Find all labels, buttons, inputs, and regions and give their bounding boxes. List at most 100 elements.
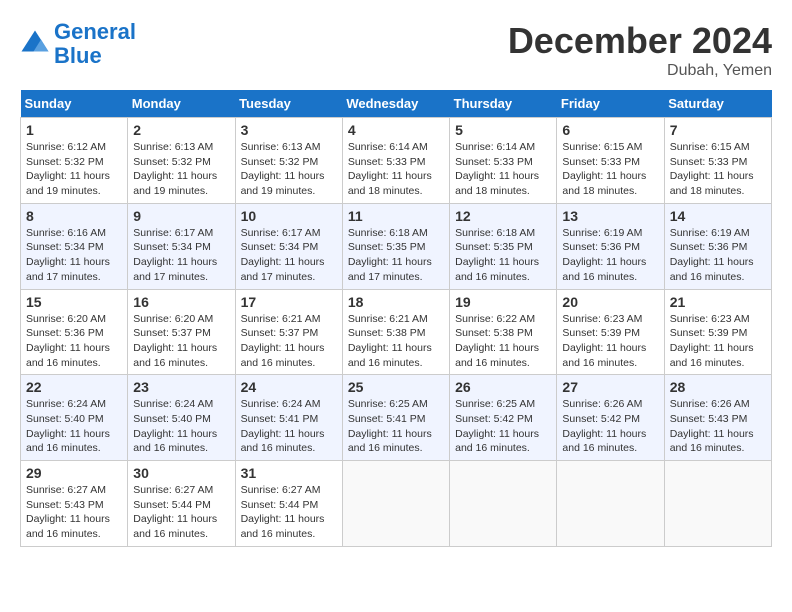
day-number: 20 (562, 294, 658, 310)
day-info: Sunrise: 6:20 AM Sunset: 5:36 PM Dayligh… (26, 312, 122, 371)
calendar-cell: 9 Sunrise: 6:17 AM Sunset: 5:34 PM Daylig… (128, 203, 235, 289)
calendar-cell: 12 Sunrise: 6:18 AM Sunset: 5:35 PM Dayli… (450, 203, 557, 289)
day-info: Sunrise: 6:13 AM Sunset: 5:32 PM Dayligh… (133, 140, 229, 199)
day-info: Sunrise: 6:24 AM Sunset: 5:40 PM Dayligh… (26, 397, 122, 456)
day-info: Sunrise: 6:15 AM Sunset: 5:33 PM Dayligh… (670, 140, 766, 199)
day-info: Sunrise: 6:26 AM Sunset: 5:42 PM Dayligh… (562, 397, 658, 456)
calendar-cell: 8Sunrise: 6:16 AM Sunset: 5:34 PM Daylig… (21, 203, 128, 289)
day-info: Sunrise: 6:18 AM Sunset: 5:35 PM Dayligh… (455, 226, 551, 285)
day-number: 31 (241, 465, 337, 481)
day-number: 9 (133, 208, 229, 224)
col-friday: Friday (557, 90, 664, 118)
calendar-cell: 14Sunrise: 6:19 AM Sunset: 5:36 PM Dayli… (664, 203, 771, 289)
calendar-cell: 2 Sunrise: 6:13 AM Sunset: 5:32 PM Daylig… (128, 118, 235, 204)
calendar-cell: 7 Sunrise: 6:15 AM Sunset: 5:33 PM Daylig… (664, 118, 771, 204)
calendar-cell: 13Sunrise: 6:19 AM Sunset: 5:36 PM Dayli… (557, 203, 664, 289)
calendar-cell: 18 Sunrise: 6:21 AM Sunset: 5:38 PM Dayli… (342, 289, 449, 375)
day-info: Sunrise: 6:24 AM Sunset: 5:41 PM Dayligh… (241, 397, 337, 456)
day-info: Sunrise: 6:21 AM Sunset: 5:38 PM Dayligh… (348, 312, 444, 371)
day-number: 7 (670, 122, 766, 138)
calendar-body: 1Sunrise: 6:12 AM Sunset: 5:32 PM Daylig… (21, 118, 772, 547)
logo-line2: Blue (54, 43, 102, 68)
calendar-cell: 4Sunrise: 6:14 AM Sunset: 5:33 PM Daylig… (342, 118, 449, 204)
day-info: Sunrise: 6:16 AM Sunset: 5:34 PM Dayligh… (26, 226, 122, 285)
day-number: 19 (455, 294, 551, 310)
col-sunday: Sunday (21, 90, 128, 118)
calendar-header-row: Sunday Monday Tuesday Wednesday Thursday… (21, 90, 772, 118)
logo-text: General Blue (54, 20, 136, 68)
location: Dubah, Yemen (508, 62, 772, 80)
day-info: Sunrise: 6:21 AM Sunset: 5:37 PM Dayligh… (241, 312, 337, 371)
day-number: 12 (455, 208, 551, 224)
calendar-cell: 1Sunrise: 6:12 AM Sunset: 5:32 PM Daylig… (21, 118, 128, 204)
calendar-cell: 5 Sunrise: 6:14 AM Sunset: 5:33 PM Daylig… (450, 118, 557, 204)
day-info: Sunrise: 6:14 AM Sunset: 5:33 PM Dayligh… (455, 140, 551, 199)
logo-line1: General (54, 19, 136, 44)
day-number: 16 (133, 294, 229, 310)
calendar-cell: 31 Sunrise: 6:27 AM Sunset: 5:44 PM Dayli… (235, 461, 342, 547)
day-number: 15 (26, 294, 122, 310)
calendar-cell (664, 461, 771, 547)
calendar-cell: 27 Sunrise: 6:26 AM Sunset: 5:42 PM Dayli… (557, 375, 664, 461)
day-number: 29 (26, 465, 122, 481)
calendar-cell: 24 Sunrise: 6:24 AM Sunset: 5:41 PM Dayli… (235, 375, 342, 461)
calendar-cell (557, 461, 664, 547)
day-number: 11 (348, 208, 444, 224)
calendar-cell: 17Sunrise: 6:21 AM Sunset: 5:37 PM Dayli… (235, 289, 342, 375)
day-info: Sunrise: 6:26 AM Sunset: 5:43 PM Dayligh… (670, 397, 766, 456)
day-number: 21 (670, 294, 766, 310)
day-info: Sunrise: 6:23 AM Sunset: 5:39 PM Dayligh… (670, 312, 766, 371)
day-info: Sunrise: 6:17 AM Sunset: 5:34 PM Dayligh… (241, 226, 337, 285)
day-info: Sunrise: 6:25 AM Sunset: 5:41 PM Dayligh… (348, 397, 444, 456)
calendar-cell: 16 Sunrise: 6:20 AM Sunset: 5:37 PM Dayli… (128, 289, 235, 375)
day-number: 5 (455, 122, 551, 138)
title-block: December 2024 Dubah, Yemen (508, 20, 772, 80)
calendar-cell: 30 Sunrise: 6:27 AM Sunset: 5:44 PM Dayli… (128, 461, 235, 547)
col-saturday: Saturday (664, 90, 771, 118)
day-info: Sunrise: 6:19 AM Sunset: 5:36 PM Dayligh… (562, 226, 658, 285)
day-number: 22 (26, 379, 122, 395)
calendar-week-row: 15 Sunrise: 6:20 AM Sunset: 5:36 PM Dayli… (21, 289, 772, 375)
day-number: 27 (562, 379, 658, 395)
calendar-cell: 3Sunrise: 6:13 AM Sunset: 5:32 PM Daylig… (235, 118, 342, 204)
day-info: Sunrise: 6:13 AM Sunset: 5:32 PM Dayligh… (241, 140, 337, 199)
calendar-cell: 20 Sunrise: 6:23 AM Sunset: 5:39 PM Dayli… (557, 289, 664, 375)
col-wednesday: Wednesday (342, 90, 449, 118)
month-title: December 2024 (508, 20, 772, 62)
calendar-cell: 10 Sunrise: 6:17 AM Sunset: 5:34 PM Dayli… (235, 203, 342, 289)
day-info: Sunrise: 6:15 AM Sunset: 5:33 PM Dayligh… (562, 140, 658, 199)
calendar-table: Sunday Monday Tuesday Wednesday Thursday… (20, 90, 772, 547)
day-info: Sunrise: 6:27 AM Sunset: 5:44 PM Dayligh… (241, 483, 337, 542)
day-info: Sunrise: 6:22 AM Sunset: 5:38 PM Dayligh… (455, 312, 551, 371)
day-number: 30 (133, 465, 229, 481)
calendar-week-row: 1Sunrise: 6:12 AM Sunset: 5:32 PM Daylig… (21, 118, 772, 204)
calendar-cell: 26Sunrise: 6:25 AM Sunset: 5:42 PM Dayli… (450, 375, 557, 461)
day-number: 18 (348, 294, 444, 310)
calendar-cell (450, 461, 557, 547)
calendar-cell: 19 Sunrise: 6:22 AM Sunset: 5:38 PM Dayli… (450, 289, 557, 375)
day-info: Sunrise: 6:17 AM Sunset: 5:34 PM Dayligh… (133, 226, 229, 285)
col-thursday: Thursday (450, 90, 557, 118)
day-info: Sunrise: 6:20 AM Sunset: 5:37 PM Dayligh… (133, 312, 229, 371)
day-number: 24 (241, 379, 337, 395)
day-info: Sunrise: 6:23 AM Sunset: 5:39 PM Dayligh… (562, 312, 658, 371)
col-tuesday: Tuesday (235, 90, 342, 118)
day-info: Sunrise: 6:18 AM Sunset: 5:35 PM Dayligh… (348, 226, 444, 285)
calendar-week-row: 22 Sunrise: 6:24 AM Sunset: 5:40 PM Dayli… (21, 375, 772, 461)
calendar-cell: 6 Sunrise: 6:15 AM Sunset: 5:33 PM Daylig… (557, 118, 664, 204)
day-number: 23 (133, 379, 229, 395)
day-number: 6 (562, 122, 658, 138)
day-info: Sunrise: 6:27 AM Sunset: 5:44 PM Dayligh… (133, 483, 229, 542)
calendar-cell: 28 Sunrise: 6:26 AM Sunset: 5:43 PM Dayli… (664, 375, 771, 461)
day-number: 2 (133, 122, 229, 138)
day-number: 28 (670, 379, 766, 395)
col-monday: Monday (128, 90, 235, 118)
day-number: 10 (241, 208, 337, 224)
day-info: Sunrise: 6:25 AM Sunset: 5:42 PM Dayligh… (455, 397, 551, 456)
calendar-cell: 22 Sunrise: 6:24 AM Sunset: 5:40 PM Dayli… (21, 375, 128, 461)
logo: General Blue (20, 20, 136, 68)
day-info: Sunrise: 6:24 AM Sunset: 5:40 PM Dayligh… (133, 397, 229, 456)
calendar-cell: 23 Sunrise: 6:24 AM Sunset: 5:40 PM Dayli… (128, 375, 235, 461)
day-number: 1 (26, 122, 122, 138)
day-info: Sunrise: 6:27 AM Sunset: 5:43 PM Dayligh… (26, 483, 122, 542)
